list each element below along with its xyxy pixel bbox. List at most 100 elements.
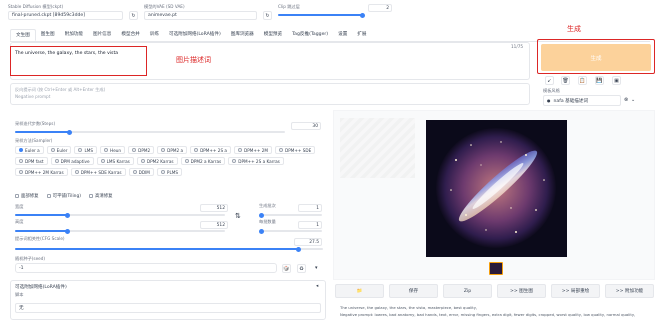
tab-merge[interactable]: 模型合并 — [116, 29, 144, 41]
generated-image[interactable] — [426, 120, 567, 257]
height-slider[interactable] — [15, 228, 225, 234]
clipboard-icon[interactable]: 📋 — [578, 76, 587, 85]
clear-style-icon[interactable]: ⊗ — [624, 97, 628, 103]
refresh-vae-icon[interactable]: ↻ — [263, 11, 272, 20]
steps-slider[interactable] — [15, 129, 285, 135]
sampler-option[interactable]: LMS — [74, 146, 98, 154]
radio-dot — [140, 159, 145, 163]
cfg-value[interactable]: 27.5 — [294, 238, 322, 246]
batch-size-slider[interactable] — [259, 228, 322, 234]
send-to-extras-button[interactable]: >> 附加功能 — [605, 284, 654, 298]
sampler-option-label: DPM++ SDE Karras — [80, 169, 122, 175]
seed-extra-chevron-icon[interactable]: ▾ — [315, 265, 318, 271]
tab-extensions[interactable]: 扩展 — [352, 29, 371, 41]
sampler-option[interactable]: DPM2 — [128, 146, 155, 154]
batch-count-slider[interactable] — [259, 212, 322, 218]
batch-size-value[interactable]: 1 — [298, 221, 322, 229]
tab-gallery[interactable]: 图库浏览器 — [226, 29, 259, 41]
vae-select[interactable]: animevae.pt — [144, 11, 257, 20]
sampler-option-label: DDIM — [138, 169, 150, 175]
sampler-option[interactable]: DPM2 Karras — [136, 157, 178, 165]
tab-train[interactable]: 训练 — [145, 29, 164, 41]
apply-style-icon[interactable]: ▣ — [612, 76, 621, 85]
radio-dot — [104, 148, 109, 152]
radio-dot — [161, 148, 166, 152]
sampler-option[interactable]: DPM++ 2S a Karras — [228, 157, 284, 165]
radio-dot — [54, 159, 59, 163]
token-counter: 11/75 — [511, 44, 524, 49]
width-slider[interactable] — [15, 212, 225, 218]
tab-tagger[interactable]: Tag反推(Tagger) — [287, 29, 333, 41]
sampler-option[interactable]: Euler — [46, 146, 72, 154]
tab-txt2img[interactable]: 文生图 — [10, 29, 36, 41]
open-folder-button[interactable]: 📁 — [335, 284, 384, 298]
sampler-option[interactable]: DPM fast — [15, 157, 48, 165]
width-label: 宽度 — [15, 204, 24, 209]
radio-dot — [74, 170, 79, 174]
sampler-option[interactable]: DPM++ 2M — [234, 146, 272, 154]
height-label: 高度 — [15, 219, 24, 224]
sampler-option[interactable]: DDIM — [128, 168, 154, 176]
accordion-triangle-icon[interactable]: ◂ — [316, 284, 318, 289]
sampler-option[interactable]: DPM2 a — [157, 146, 188, 154]
sampler-label: 采样方法(Sampler) — [15, 138, 53, 143]
save-style-icon[interactable]: 💾 — [595, 76, 604, 85]
sampler-option[interactable]: DPM++ SDE — [275, 146, 316, 154]
ckpt-select[interactable]: final-pruned.ckpt [89d59c3dde] — [8, 11, 123, 20]
reuse-seed-icon[interactable]: ♻ — [297, 264, 306, 273]
sampler-option[interactable]: LMS Karras — [96, 157, 134, 165]
sampler-option[interactable]: DPM++ 2M Karras — [15, 168, 68, 176]
output-negative-prompt: Negative prompt: lowres, bad anatomy, ba… — [340, 312, 636, 317]
tiling-checkbox[interactable]: 可平铺(Tiling) — [46, 193, 81, 199]
clip-skip-label: Clip 跳过层 — [278, 4, 300, 9]
thumbnail[interactable] — [489, 262, 503, 275]
tab-png-info[interactable]: 图片信息 — [88, 29, 116, 41]
sampler-option-label: DPM adaptive — [60, 158, 90, 164]
clip-skip-slider[interactable] — [278, 12, 365, 18]
trash-icon[interactable]: 🗑 — [561, 76, 570, 85]
lora-accordion-label[interactable]: 可选附加网络(LoRA插件) — [15, 284, 67, 290]
batch-count-value[interactable]: 1 — [298, 204, 322, 212]
face-restore-checkbox[interactable]: 面部修复 — [15, 193, 39, 199]
tab-lora[interactable]: 可选附加网络(LoRA插件) — [164, 29, 226, 41]
tab-img2img[interactable]: 图生图 — [36, 29, 60, 41]
chevron-down-icon[interactable]: ⌄ — [631, 97, 635, 103]
sampler-option-label: DPM++ SDE — [285, 147, 312, 153]
sampler-option-label: DPM2 Karras — [146, 158, 174, 164]
sampler-option[interactable]: DPM2 a Karras — [180, 157, 226, 165]
radio-dot — [132, 148, 137, 152]
prompt-input[interactable]: The universe, the galaxy, the stars, the… — [15, 51, 118, 56]
sampler-option[interactable]: Euler a — [15, 146, 44, 154]
refresh-ckpt-icon[interactable]: ↻ — [129, 11, 138, 20]
random-seed-icon[interactable]: 🎲 — [282, 264, 291, 273]
save-button[interactable]: 保存 — [389, 284, 438, 298]
styles-select[interactable]: ● nafa 基础描述词 — [543, 95, 621, 106]
send-to-inpaint-button[interactable]: >> 局部重绘 — [551, 284, 600, 298]
negative-placeholder: 反向提示词 (按 Ctrl+Enter 或 Alt+Enter 生成) — [15, 87, 106, 92]
sampler-option[interactable]: Heun — [100, 146, 126, 154]
tab-settings[interactable]: 设置 — [333, 29, 352, 41]
generate-button[interactable]: 生成 — [541, 44, 651, 71]
seed-input[interactable]: -1 — [15, 263, 277, 273]
styles-label: 模板风格 — [543, 88, 560, 93]
swap-dimensions-icon[interactable]: ⇅ — [235, 212, 241, 220]
radio-dot — [19, 170, 23, 174]
send-to-img2img-button[interactable]: >> 图生图 — [497, 284, 546, 298]
sampler-option[interactable]: DPM adaptive — [50, 157, 94, 165]
script-select[interactable]: 无 — [15, 303, 321, 313]
sampler-option[interactable]: DPM++ SDE Karras — [70, 168, 126, 176]
sampler-option-label: LMS — [84, 147, 94, 153]
sampler-option[interactable]: DPM++ 2S a — [190, 146, 231, 154]
width-value[interactable]: 512 — [200, 204, 228, 212]
radio-dot — [19, 148, 23, 152]
height-value[interactable]: 512 — [200, 221, 228, 229]
read-params-icon[interactable]: ↙ — [545, 76, 554, 85]
tab-extras[interactable]: 附加功能 — [60, 29, 88, 41]
hires-fix-checkbox[interactable]: 高清修复 — [88, 193, 113, 199]
cfg-slider[interactable] — [15, 246, 323, 252]
tab-model-preview[interactable]: 模型预览 — [259, 29, 287, 41]
sampler-option[interactable]: PLMS — [156, 168, 183, 176]
steps-value[interactable]: 30 — [291, 122, 321, 130]
clip-skip-value[interactable]: 2 — [368, 4, 392, 12]
zip-button[interactable]: Zip — [443, 284, 492, 298]
